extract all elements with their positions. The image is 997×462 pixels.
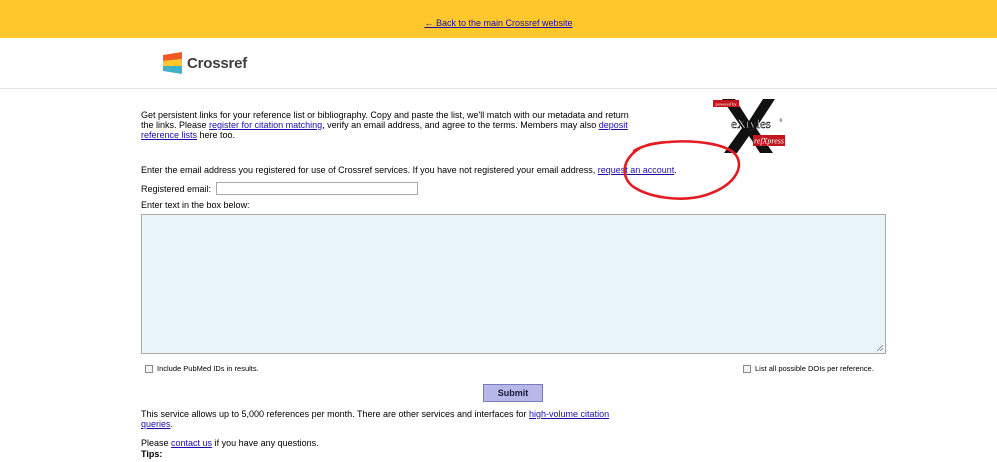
submit-button[interactable]: Submit	[483, 384, 543, 402]
all-dois-checkbox[interactable]	[743, 364, 751, 373]
header-divider	[0, 88, 997, 89]
contact-line: Please contact us if you have any questi…	[141, 438, 319, 448]
extyles-refxpress-badge: powered by eXtyles ® refXpress	[713, 99, 785, 153]
intro-paragraph: Get persistent links for your reference …	[141, 110, 629, 140]
email-notice: Enter the email address you registered f…	[141, 165, 677, 175]
top-banner: ← Back to the main Crossref website	[0, 0, 997, 38]
email-label: Registered email:	[141, 183, 212, 194]
pubmed-option[interactable]: Include PubMed IDs in results.	[145, 364, 259, 373]
reference-text-area[interactable]	[141, 214, 886, 354]
svg-text:eXtyles: eXtyles	[731, 116, 771, 131]
crossref-logo[interactable]: Crossref	[163, 50, 247, 76]
svg-text:powered by: powered by	[715, 102, 737, 107]
back-to-main-site-link[interactable]: ← Back to the main Crossref website	[0, 18, 997, 28]
svg-text:®: ®	[779, 118, 783, 124]
email-row: Registered email:	[141, 182, 419, 195]
pubmed-checkbox[interactable]	[145, 364, 153, 373]
register-citation-matching-link[interactable]: register for citation matching	[209, 120, 322, 130]
service-notice: This service allows up to 5,000 referenc…	[141, 409, 610, 429]
tips-heading: Tips:	[141, 449, 163, 459]
all-dois-label: List all possible DOIs per reference.	[755, 364, 874, 373]
crossref-wordmark: Crossref	[187, 54, 248, 72]
registered-email-input[interactable]	[216, 182, 419, 195]
resize-grip-icon[interactable]	[877, 345, 883, 351]
contact-us-link[interactable]: contact us	[171, 438, 212, 448]
crossref-logo-icon	[163, 52, 182, 74]
all-dois-option[interactable]: List all possible DOIs per reference.	[743, 364, 874, 373]
svg-text:refXpress: refXpress	[754, 137, 784, 146]
text-box-label: Enter text in the box below:	[141, 200, 250, 210]
request-account-link[interactable]: request an account	[598, 165, 675, 175]
pubmed-label: Include PubMed IDs in results.	[157, 364, 259, 373]
